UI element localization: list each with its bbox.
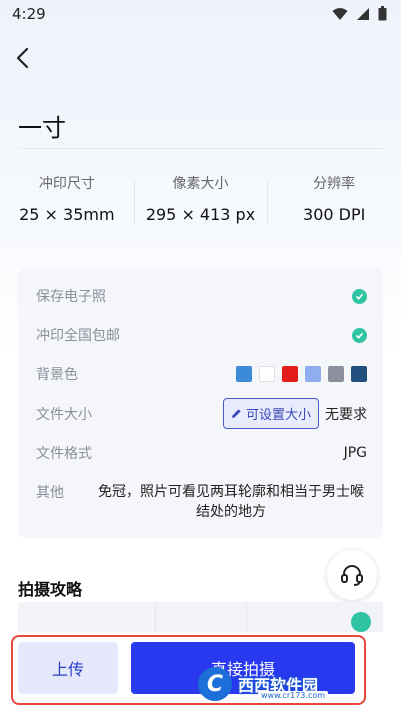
background-color-swatch[interactable] xyxy=(282,366,298,382)
customer-service-button[interactable] xyxy=(327,550,377,600)
file-size-value: 无要求 xyxy=(325,406,367,423)
row-other: 其他 免冠，照片可看见两耳轮廓和相当于男士喉结处的地方 xyxy=(36,482,367,522)
signal-icon xyxy=(357,7,369,20)
set-size-button[interactable]: 可设置大小 xyxy=(222,398,319,429)
spec-label: 像素大小 xyxy=(172,176,229,192)
status-icons xyxy=(332,6,387,21)
check-icon xyxy=(352,327,367,343)
background-color-swatch[interactable] xyxy=(236,366,252,382)
row-label: 冲印全国包邮 xyxy=(36,328,120,344)
spec-value: 300 DPI xyxy=(303,205,366,224)
row-file-size: 文件大小 可设置大小 无要求 xyxy=(36,398,367,429)
spec-summary: 冲印尺寸 25 × 35mm 像素大小 295 × 413 px 分辨率 300… xyxy=(0,170,401,230)
background-color-swatch[interactable] xyxy=(305,366,321,382)
row-label: 背景色 xyxy=(36,367,78,383)
row-label: 文件大小 xyxy=(36,406,92,423)
background-color-swatch[interactable] xyxy=(328,366,344,382)
spec-label: 分辨率 xyxy=(313,176,356,192)
other-requirements: 免冠，照片可看见两耳轮廓和相当于男士喉结处的地方 xyxy=(98,484,364,520)
divider xyxy=(155,602,156,632)
spec-value: 295 × 413 px xyxy=(145,205,256,224)
background-swatches xyxy=(236,366,367,382)
details-card: 保存电子照 冲印全国包邮 背景色 文件大小 可设置大小 无要求 文件格式 JPG xyxy=(18,268,383,538)
status-bar: 4:29 xyxy=(0,0,401,28)
check-icon xyxy=(352,288,367,304)
row-label: 文件格式 xyxy=(36,446,92,462)
status-time: 4:29 xyxy=(12,5,46,23)
file-format-value: JPG xyxy=(343,445,367,461)
page-title: 一寸 xyxy=(18,114,66,142)
background-color-swatch[interactable] xyxy=(351,366,367,382)
wifi-icon xyxy=(332,7,348,20)
row-label: 保存电子照 xyxy=(36,289,106,305)
spec-pixel-size: 像素大小 295 × 413 px xyxy=(133,170,268,230)
chevron-left-icon xyxy=(16,47,29,69)
row-file-format: 文件格式 JPG xyxy=(36,443,367,463)
spec-resolution: 分辨率 300 DPI xyxy=(267,170,401,230)
row-background-color: 背景色 xyxy=(36,364,367,384)
section-title-tips: 拍摄攻略 xyxy=(18,580,83,599)
headset-icon xyxy=(341,565,363,586)
divider xyxy=(246,602,247,632)
battery-icon xyxy=(378,6,387,21)
tips-preview xyxy=(18,602,383,632)
upload-button[interactable]: 上传 xyxy=(18,642,118,694)
spec-label: 冲印尺寸 xyxy=(38,176,95,192)
spec-print-size: 冲印尺寸 25 × 35mm xyxy=(0,170,134,230)
check-icon xyxy=(351,612,371,632)
take-photo-button[interactable]: 直接拍摄 xyxy=(131,642,355,694)
set-size-label: 可设置大小 xyxy=(245,408,311,423)
row-save-digital: 保存电子照 xyxy=(36,286,367,306)
back-button[interactable] xyxy=(12,46,34,70)
pencil-icon xyxy=(231,409,241,418)
row-label: 其他 xyxy=(36,485,64,501)
file-size-controls: 可设置大小 无要求 xyxy=(222,398,367,429)
spec-value: 25 × 35mm xyxy=(19,205,115,224)
background-color-swatch[interactable] xyxy=(259,366,275,382)
row-free-shipping: 冲印全国包邮 xyxy=(36,325,367,345)
title-divider xyxy=(18,148,383,149)
